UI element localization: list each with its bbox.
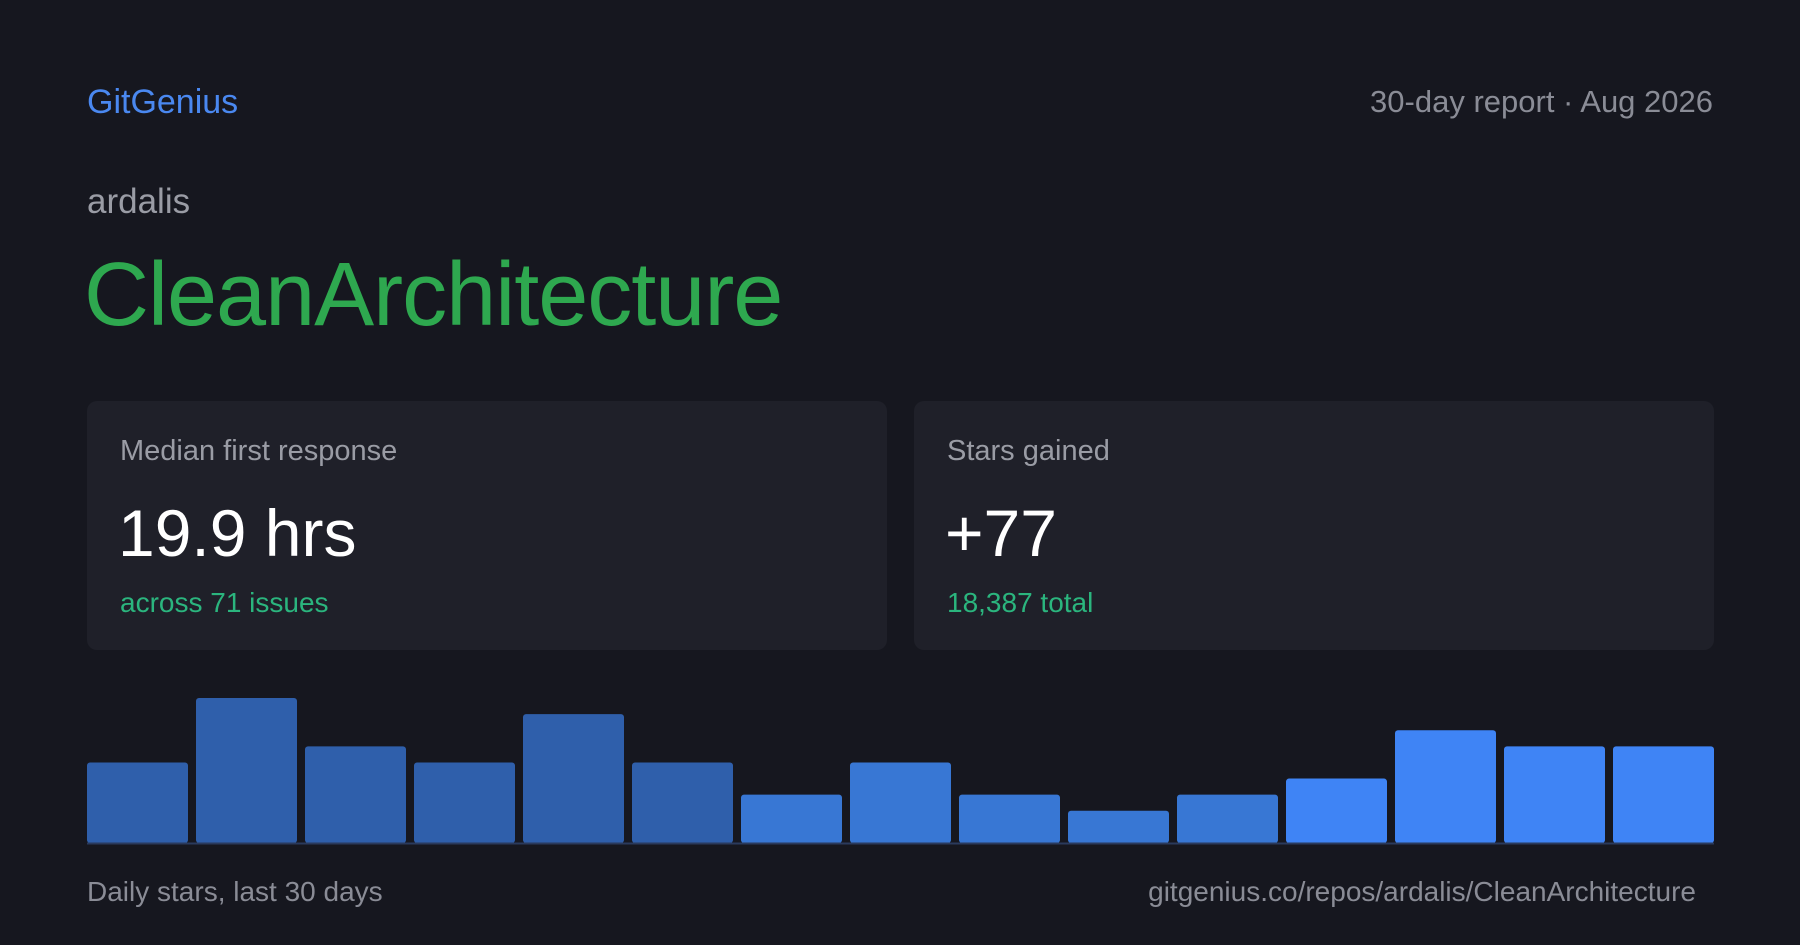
brand-logo-text[interactable]: GitGenius (87, 80, 238, 124)
chart-bar (1395, 730, 1496, 843)
chart-bar (1613, 746, 1714, 843)
chart-bar (523, 714, 624, 843)
chart-bar (1177, 794, 1278, 843)
report-period-label: 30-day report · Aug 2026 (1370, 84, 1713, 119)
stars-gained-value: +77 (945, 496, 1057, 570)
chart-bar (87, 762, 188, 843)
chart-bar (1068, 810, 1169, 843)
repo-name: CleanArchitecture (84, 245, 783, 345)
daily-stars-bar-chart (87, 698, 1714, 845)
chart-bar (1504, 746, 1605, 843)
median-response-card: Median first response 19.9 hrs across 71… (87, 401, 887, 650)
chart-bar (196, 698, 297, 843)
chart-bar (414, 762, 515, 843)
stars-total-subtext: 18,387 total (947, 587, 1094, 618)
repo-url-link[interactable]: gitgenius.co/repos/ardalis/CleanArchitec… (1148, 872, 1696, 912)
stars-gained-label: Stars gained (947, 435, 1110, 467)
median-response-subtext: across 71 issues (120, 587, 329, 618)
chart-bar (632, 762, 733, 843)
chart-bar (741, 794, 842, 843)
median-response-label: Median first response (120, 435, 398, 467)
chart-bar (850, 762, 951, 843)
median-response-value: 19.9 hrs (118, 496, 357, 570)
chart-bar (959, 794, 1060, 843)
chart-bar (305, 746, 406, 843)
chart-bar (1286, 778, 1387, 843)
stars-gained-card: Stars gained +77 18,387 total (914, 401, 1714, 650)
repo-owner: ardalis (87, 182, 191, 221)
chart-caption: Daily stars, last 30 days (87, 876, 383, 907)
